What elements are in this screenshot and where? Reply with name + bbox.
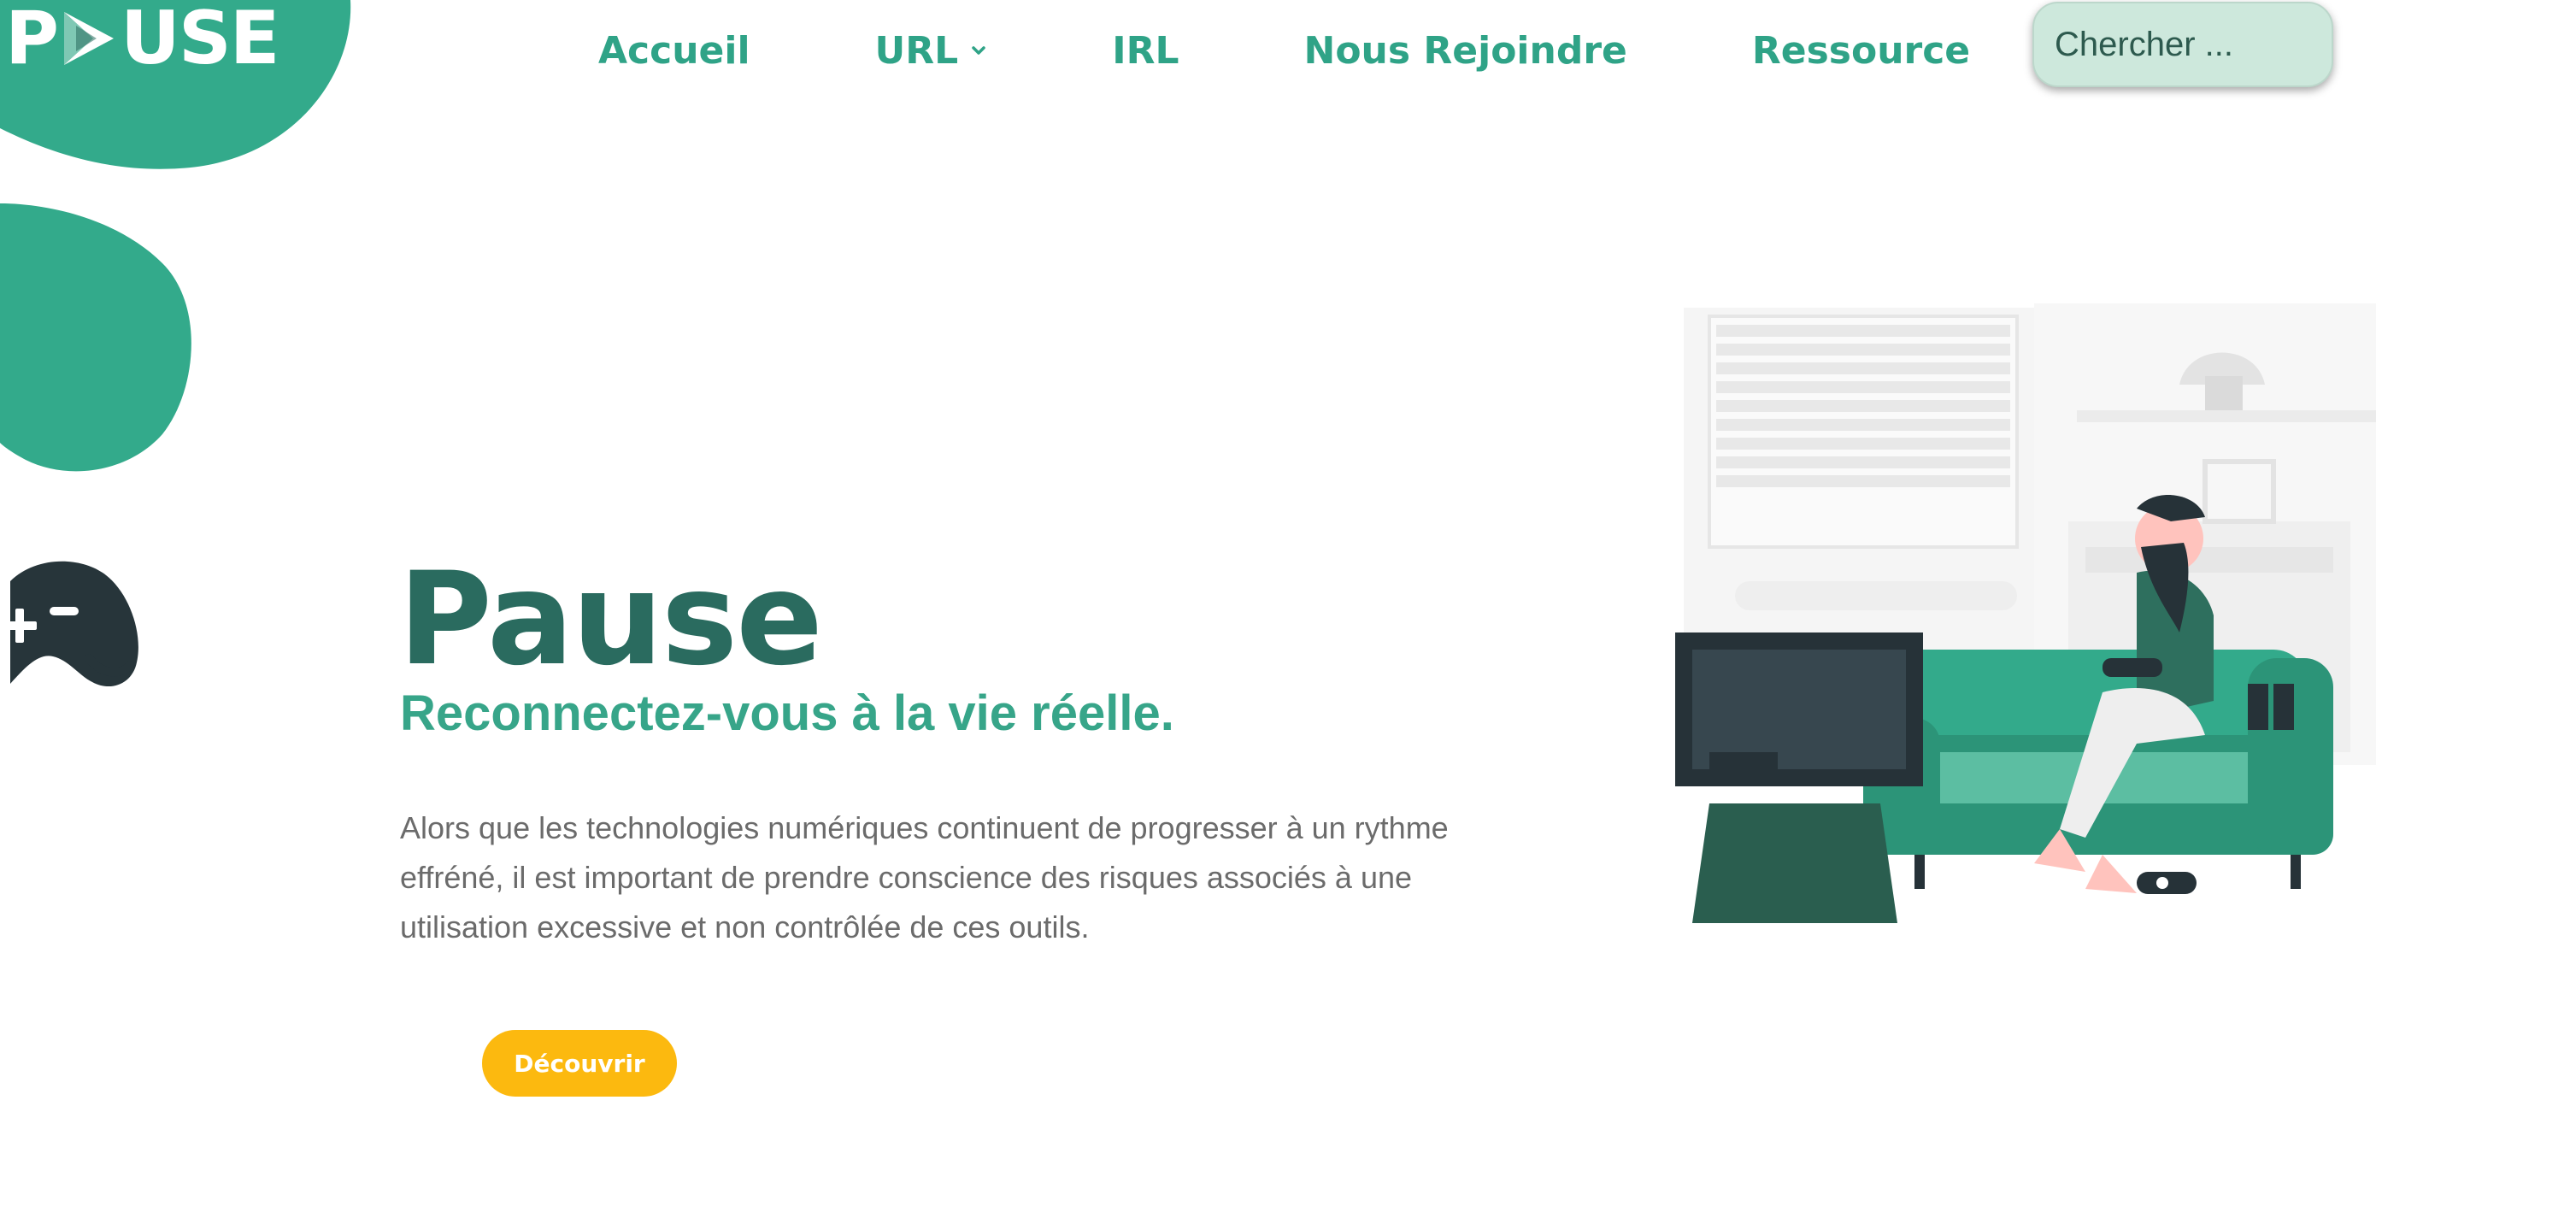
search-box (2032, 2, 2333, 87)
nav-item-label: IRL (1112, 28, 1179, 73)
decorative-blob-middle (0, 203, 191, 472)
hero-description: Alors que les technologies numériques co… (400, 810, 1449, 944)
logo-text-right: USE (121, 0, 280, 81)
nav-item-label: Accueil (598, 28, 750, 73)
discover-button[interactable]: Découvrir (482, 1030, 677, 1097)
nav-item-label: Nous Rejoindre (1303, 28, 1627, 73)
gaming-on-sofa-illustration (1675, 303, 2376, 923)
search-input[interactable] (2053, 24, 2313, 65)
logo-text-left: P (5, 0, 59, 81)
main-navigation: Accueil URL IRL Nous Rejoindre Ressource (598, 21, 1970, 80)
nav-item-irl[interactable]: IRL (1112, 29, 1179, 73)
nav-item-label: Ressource (1751, 28, 1971, 73)
chevron-down-icon (972, 46, 985, 55)
hero-title: Pause (398, 545, 823, 694)
hero-subtitle: Reconnectez-vous à la vie réelle. (400, 685, 1174, 741)
play-triangle-icon (64, 12, 115, 65)
nav-item-label: URL (874, 28, 959, 73)
nav-item-url[interactable]: URL (875, 29, 988, 73)
nav-item-accueil[interactable]: Accueil (598, 29, 750, 73)
pause-logo[interactable]: P USE (5, 0, 280, 81)
gamepad-icon (3, 561, 138, 687)
nav-item-nous-rejoindre[interactable]: Nous Rejoindre (1304, 29, 1627, 73)
nav-item-ressource[interactable]: Ressource (1752, 29, 1970, 73)
